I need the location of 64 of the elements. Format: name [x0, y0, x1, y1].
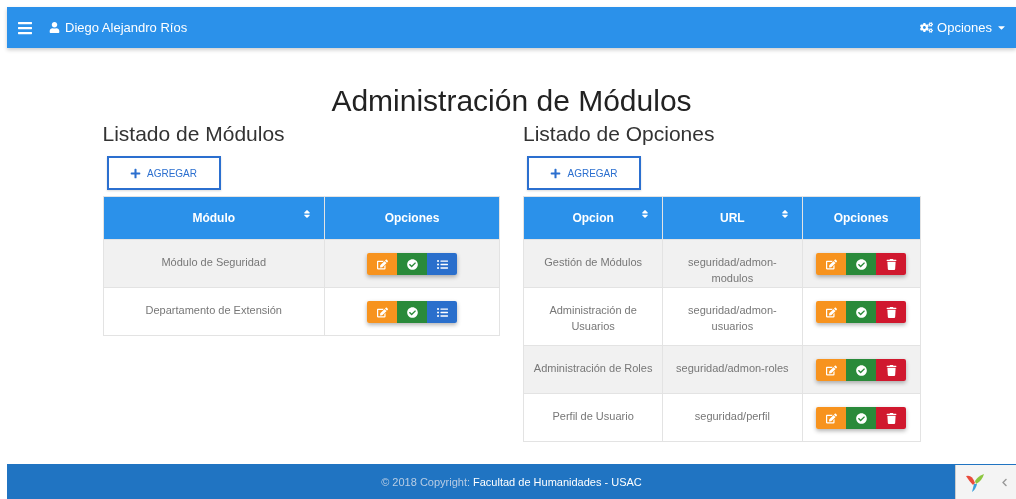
- column-header: Opciones: [324, 196, 500, 240]
- delete-button[interactable]: [876, 359, 906, 381]
- add-button[interactable]: AGREGAR: [527, 156, 641, 190]
- section-heading: Listado de Módulos: [102, 121, 286, 147]
- trash-icon: [885, 364, 897, 376]
- table-cell: seguridad/admon-modulos: [662, 239, 802, 288]
- edit-icon: [825, 258, 837, 270]
- delete-button[interactable]: [876, 407, 906, 429]
- check-button[interactable]: [846, 407, 876, 429]
- settings-icon: [920, 21, 934, 34]
- delete-button[interactable]: [876, 301, 906, 323]
- logo-icon[interactable]: [964, 471, 986, 493]
- chevron-left-icon[interactable]: [1000, 477, 1009, 487]
- user-name[interactable]: Diego Alejandro Ríos: [65, 20, 188, 35]
- check-button[interactable]: [846, 253, 876, 275]
- check-button[interactable]: [397, 253, 427, 275]
- column-header: Opciones: [802, 196, 920, 240]
- list-icon: [436, 306, 448, 318]
- edit-icon: [376, 306, 388, 318]
- edit-button[interactable]: [816, 253, 846, 275]
- list-icon: [436, 258, 448, 270]
- plus-icon: [130, 167, 141, 179]
- page-title: Administración de Módulos: [331, 83, 692, 119]
- section-heading: Listado de Opciones: [523, 121, 716, 147]
- column-header[interactable]: Opcion: [523, 196, 663, 240]
- copyright-text: © 2018 Copyright:: [381, 475, 471, 488]
- table-cell: Administración de Roles: [523, 345, 663, 394]
- edit-button[interactable]: [367, 253, 397, 275]
- check-button[interactable]: [846, 301, 876, 323]
- table-cell: Gestión de Módulos: [523, 239, 663, 288]
- trash-icon: [885, 412, 897, 424]
- sort-icon: [640, 209, 651, 219]
- table-cell: seguridad/perfil: [662, 393, 802, 442]
- edit-icon: [376, 258, 388, 270]
- check-button[interactable]: [846, 359, 876, 381]
- edit-button[interactable]: [367, 301, 397, 323]
- options-menu[interactable]: Opciones: [937, 20, 992, 35]
- column-header[interactable]: Módulo: [103, 196, 325, 240]
- table-cell: Perfil de Usuario: [523, 393, 663, 442]
- trash-icon: [885, 258, 897, 270]
- edit-button[interactable]: [816, 301, 846, 323]
- edit-icon: [825, 306, 837, 318]
- table-cell: Departamento de Extensión: [103, 287, 325, 336]
- table-cell: Administración de Usuarios: [523, 287, 663, 346]
- table-cell: seguridad/admon-roles: [662, 345, 802, 394]
- check-button[interactable]: [397, 301, 427, 323]
- edit-button[interactable]: [816, 407, 846, 429]
- edit-icon: [825, 412, 837, 424]
- table-cell: Módulo de Seguridad: [103, 239, 325, 288]
- edit-button[interactable]: [816, 359, 846, 381]
- trash-icon: [885, 306, 897, 318]
- table-cell: seguridad/admon-usuarios: [662, 287, 802, 346]
- plus-icon: [550, 167, 562, 179]
- user-icon: [49, 22, 60, 33]
- delete-button[interactable]: [876, 253, 906, 275]
- menu-icon[interactable]: [17, 19, 33, 36]
- list-button[interactable]: [427, 301, 457, 323]
- sort-icon: [779, 209, 790, 219]
- edit-icon: [825, 364, 837, 376]
- column-header[interactable]: URL: [662, 196, 802, 240]
- footer-link[interactable]: Facultad de Humanidades - USAC: [473, 475, 642, 488]
- add-button[interactable]: AGREGAR: [106, 156, 221, 190]
- sort-icon: [302, 209, 312, 219]
- list-button[interactable]: [427, 253, 457, 275]
